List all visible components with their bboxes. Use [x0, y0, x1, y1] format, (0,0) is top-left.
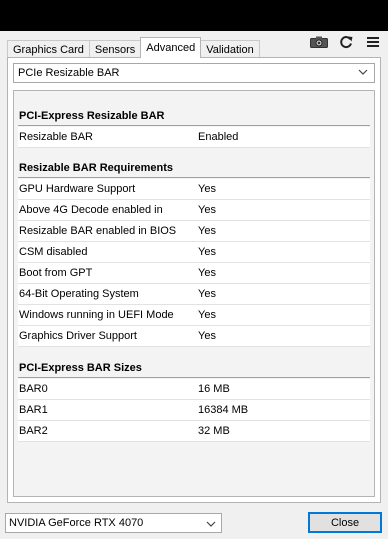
section-dropdown-value: PCIe Resizable BAR: [18, 67, 120, 79]
table-row: Graphics Driver Support Yes: [18, 326, 370, 347]
table-row: 64-Bit Operating System Yes: [18, 284, 370, 305]
camera-icon[interactable]: [310, 34, 328, 50]
section-header-resizable-bar: PCI-Express Resizable BAR: [18, 106, 370, 126]
table-row: BAR2 32 MB: [18, 421, 370, 442]
section-header-requirements: Resizable BAR Requirements: [18, 158, 370, 178]
gpu-select-value: NVIDIA GeForce RTX 4070: [9, 517, 144, 529]
tab-graphics-card[interactable]: Graphics Card: [7, 40, 90, 58]
toolbar-icons: [310, 34, 382, 50]
close-button[interactable]: Close: [308, 512, 382, 533]
section-dropdown[interactable]: PCIe Resizable BAR: [13, 63, 375, 83]
info-list[interactable]: PCI-Express Resizable BAR Resizable BAR E…: [13, 90, 375, 497]
advanced-panel: PCIe Resizable BAR PCI-Express Resizable…: [7, 57, 381, 503]
table-row: CSM disabled Yes: [18, 242, 370, 263]
title-bar: [0, 0, 388, 31]
menu-icon[interactable]: [364, 34, 382, 50]
tab-sensors[interactable]: Sensors: [88, 40, 142, 58]
chevron-down-icon: [358, 67, 368, 80]
section-header-bar-sizes: PCI-Express BAR Sizes: [18, 358, 370, 378]
table-row: Resizable BAR enabled in BIOS Yes: [18, 221, 370, 242]
gpu-select[interactable]: NVIDIA GeForce RTX 4070: [5, 513, 222, 533]
table-row: Boot from GPT Yes: [18, 263, 370, 284]
table-row: Resizable BAR Enabled: [18, 127, 370, 148]
refresh-icon[interactable]: [337, 34, 355, 50]
table-row: BAR0 16 MB: [18, 379, 370, 400]
table-row: Above 4G Decode enabled in Yes: [18, 200, 370, 221]
tab-advanced[interactable]: Advanced: [140, 37, 202, 58]
table-row: BAR1 16384 MB: [18, 400, 370, 421]
table-row: Windows running in UEFI Mode Yes: [18, 305, 370, 326]
tab-validation[interactable]: Validation: [200, 40, 260, 58]
chevron-down-icon: [206, 517, 216, 535]
tab-strip: Graphics Card Sensors Advanced Validatio…: [7, 37, 260, 58]
table-row: GPU Hardware Support Yes: [18, 179, 370, 200]
